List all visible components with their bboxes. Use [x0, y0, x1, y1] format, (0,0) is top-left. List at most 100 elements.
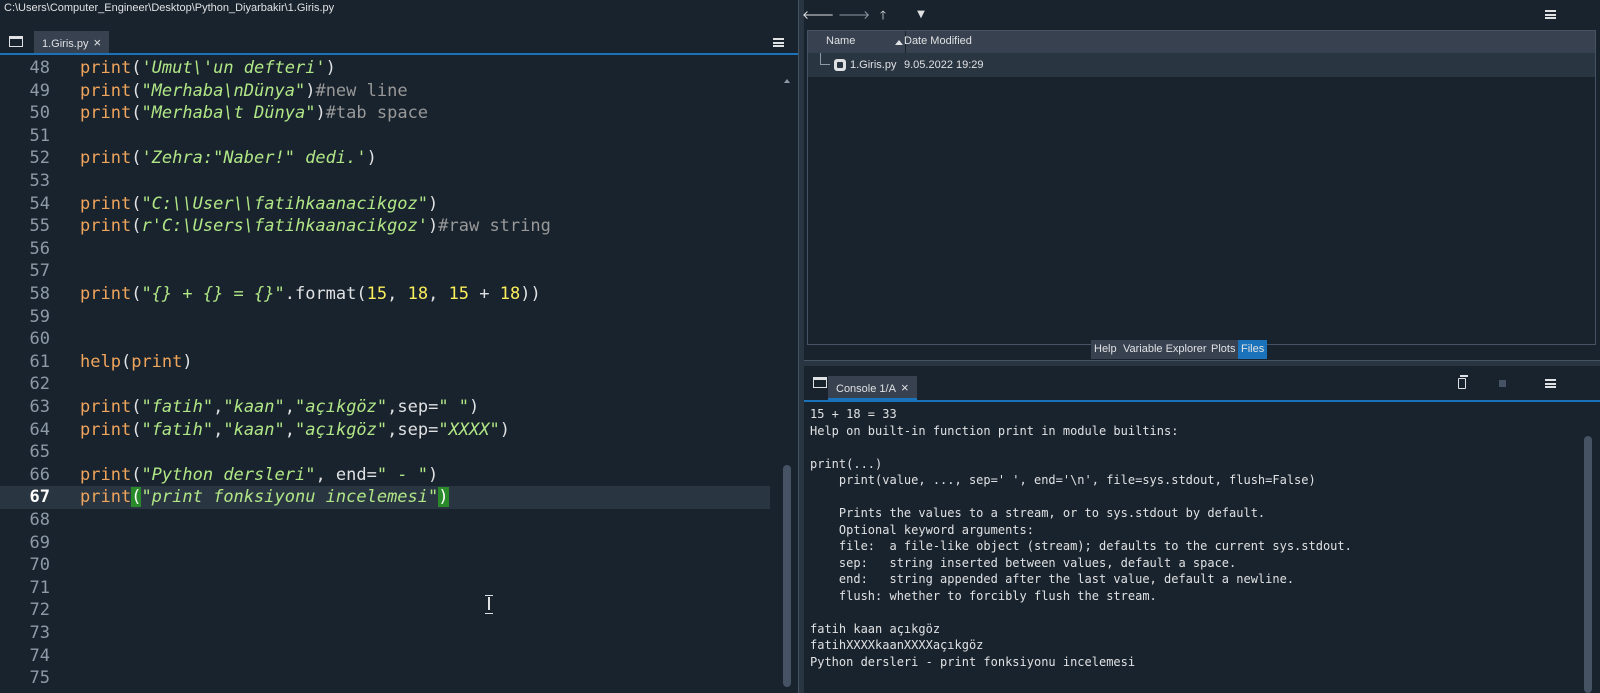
code-token: (	[131, 58, 142, 78]
console-scrollbar[interactable]	[1582, 406, 1594, 693]
code-token: )	[428, 216, 439, 237]
tab-variable-explorer[interactable]: Variable Explorer	[1120, 340, 1210, 359]
code-line[interactable]: 48 print('Umut\'un defteri')	[0, 57, 770, 80]
code-token: "kaan"	[223, 397, 285, 417]
console-scroll-thumb[interactable]	[1584, 436, 1592, 693]
code-line[interactable]: 74	[0, 645, 770, 668]
stop-kernel-icon[interactable]	[1499, 380, 1506, 387]
name-column-header[interactable]: Name	[826, 35, 855, 47]
code-token: ,	[213, 397, 224, 417]
code-line[interactable]: 60	[0, 328, 770, 351]
code-line[interactable]: 57	[0, 260, 770, 283]
sort-ascending-icon[interactable]	[895, 40, 903, 45]
editor-options-menu-icon[interactable]	[773, 38, 784, 47]
close-tab-icon[interactable]: ×	[93, 35, 101, 50]
tab-files[interactable]: Files	[1238, 340, 1268, 359]
code-line[interactable]: 49 print("Merhaba\nDünya")#new line	[0, 80, 770, 103]
filter-icon[interactable]: ▼	[914, 8, 928, 22]
code-token: "açıkgöz"	[295, 419, 388, 440]
editor-scroll-thumb[interactable]	[783, 465, 791, 687]
code-line[interactable]: 58 print("{} + {} = {}".format(15, 18, 15…	[0, 283, 770, 306]
files-options-menu-icon[interactable]	[1545, 10, 1556, 19]
forward-arrow-icon[interactable]: 🡒	[838, 8, 870, 22]
code-line[interactable]: 64 print("fatih","kaan","açıkgöz",sep="XX…	[0, 419, 770, 442]
code-line[interactable]: 59	[0, 306, 770, 329]
code-text: print("fatih","kaan","açıkgöz",sep="XXXX…	[80, 419, 510, 442]
code-line[interactable]: 68	[0, 509, 770, 532]
code-token: (	[120, 351, 132, 372]
code-token: "Python dersleri"	[141, 464, 316, 485]
tab-plots[interactable]: Plots	[1208, 340, 1239, 359]
code-line[interactable]: 56	[0, 238, 770, 261]
code-token: ,	[387, 284, 408, 304]
console-tab[interactable]: Console 1/A ×	[828, 376, 917, 400]
line-number: 56	[29, 238, 50, 259]
code-token: )	[315, 103, 326, 124]
code-line[interactable]: 75	[0, 667, 770, 690]
undock-pane-icon[interactable]	[9, 36, 23, 47]
back-arrow-icon[interactable]: 🡐	[802, 8, 834, 22]
code-text: print("Python dersleri", end=" - ")	[80, 464, 438, 487]
editor-tab[interactable]: 1.Giris.py ×	[34, 31, 110, 55]
code-line[interactable]: 67 print("print fonksiyonu incelemesi")	[0, 486, 770, 509]
code-line[interactable]: 54 print("C:\\User\\fatihkaanacikgoz")	[0, 193, 770, 216]
code-token: ,	[284, 397, 296, 417]
code-token: print	[80, 464, 132, 485]
code-token: #new line	[315, 80, 408, 101]
code-token: )	[305, 80, 316, 101]
date-column-header[interactable]: Date Modified	[904, 35, 972, 47]
code-line[interactable]: 51	[0, 125, 770, 148]
code-line[interactable]: 71	[0, 577, 770, 600]
undock-pane-icon[interactable]	[813, 377, 827, 388]
code-token: print	[80, 148, 132, 169]
code-token: (	[131, 148, 142, 169]
code-line[interactable]: 66 print("Python dersleri", end=" - ")	[0, 464, 770, 487]
code-token: )	[428, 193, 439, 214]
line-number: 75	[29, 668, 50, 689]
code-token: "açıkgöz"	[295, 397, 388, 417]
code-token: print	[131, 351, 183, 372]
code-token: )	[182, 351, 193, 372]
code-token: (	[131, 487, 142, 508]
code-line[interactable]: 55 print(r'C:\Users\fatihkaanacikgoz')#ra…	[0, 215, 770, 238]
code-token: )	[325, 58, 336, 78]
python-file-icon	[834, 59, 846, 71]
code-token: print	[80, 419, 132, 440]
line-number: 74	[29, 645, 50, 666]
code-line[interactable]: 52 print('Zehra:"Naber!" dedi.')	[0, 147, 770, 170]
code-token: 'Zehra:"Naber!" dedi.'	[141, 148, 367, 169]
code-line[interactable]: 70	[0, 554, 770, 577]
tab-help[interactable]: Help	[1091, 340, 1120, 359]
line-number: 66	[29, 464, 50, 485]
close-console-icon[interactable]: ×	[901, 380, 909, 395]
console-options-menu-icon[interactable]	[1545, 379, 1556, 388]
file-browser[interactable]: Name Date Modified 1.Giris.py 9.05.2022 …	[807, 30, 1596, 345]
code-token: (	[131, 284, 142, 304]
code-line[interactable]: 73	[0, 622, 770, 645]
code-token: print	[80, 103, 132, 124]
code-line[interactable]: 50 print("Merhaba\t Dünya")#tab space	[0, 102, 770, 125]
code-token: , end=	[315, 464, 377, 485]
editor-scrollbar[interactable]	[781, 77, 793, 693]
code-line[interactable]: 61 help(print)	[0, 351, 770, 374]
scroll-up-arrow-icon[interactable]	[784, 79, 790, 83]
text-cursor-icon	[485, 595, 493, 614]
code-editor[interactable]: 48 print('Umut\'un defteri') 49 print("Merh…	[0, 57, 798, 693]
line-number: 62	[29, 374, 50, 395]
console-output[interactable]: 15 + 18 = 33 Help on built-in function p…	[810, 406, 1580, 693]
parent-directory-icon[interactable]: 🡑	[876, 8, 890, 22]
code-line[interactable]: 62	[0, 373, 770, 396]
code-token: print	[80, 216, 132, 237]
code-line[interactable]: 69	[0, 532, 770, 555]
code-line[interactable]: 72	[0, 599, 770, 622]
code-token: ,	[284, 419, 296, 440]
clear-console-icon[interactable]	[1458, 375, 1468, 389]
code-token: (	[131, 397, 142, 417]
line-number: 59	[29, 306, 50, 327]
code-line[interactable]: 65	[0, 441, 770, 464]
code-line[interactable]: 63 print("fatih","kaan","açıkgöz",sep=" "…	[0, 396, 770, 419]
code-line[interactable]: 53	[0, 170, 770, 193]
file-row[interactable]: 1.Giris.py 9.05.2022 19:29	[808, 53, 1595, 77]
code-token: print	[80, 193, 132, 214]
line-number: 52	[29, 148, 50, 169]
